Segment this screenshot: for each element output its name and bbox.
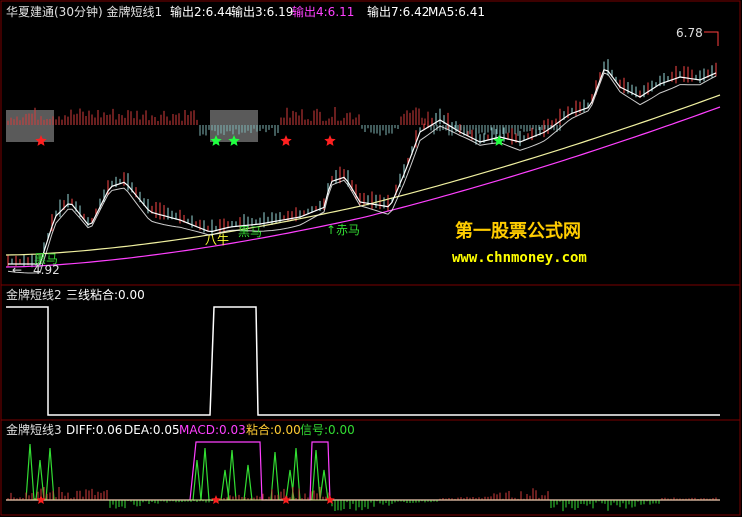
price-high-label: 6.78 [676, 26, 703, 40]
watermark-title: 第一股票公式网 [455, 220, 581, 242]
panel3-plot [6, 441, 720, 512]
indicator-ribbon [7, 107, 561, 136]
panel2-title: 金牌短线2 [6, 287, 62, 302]
signal-star-icon [324, 135, 336, 146]
price-high-marker [704, 31, 719, 46]
panel3-nianhe: 粘合:0.00 [246, 422, 301, 437]
panel3-dea: DEA:0.05 [124, 423, 180, 437]
panel3-star-icon [281, 495, 291, 504]
ma-line-magenta [5, 106, 721, 268]
panel3-signal-line [6, 441, 720, 501]
buy-label-1: 黑马 [34, 252, 58, 266]
panel3-spike [243, 464, 253, 501]
buy-label-4: ↑赤马 [326, 223, 360, 237]
candlestick-bars [7, 59, 717, 268]
panel3-spike [227, 449, 237, 501]
outer-frame [0, 0, 741, 516]
header-ma5: MA5:6.41 [428, 5, 485, 19]
watermark-url: www.chnmoney.com [452, 250, 587, 266]
panel3-spike [311, 449, 321, 501]
panel3-spike [319, 469, 329, 501]
price-low-arrow: ← [12, 263, 22, 277]
panel3-spike [35, 459, 45, 501]
signal-stars [35, 135, 505, 146]
ma-line-white [8, 68, 717, 265]
panel3-diff: DIFF:0.06 [66, 423, 122, 437]
header-out7: 输出7:6.42 [367, 4, 429, 19]
highlight-box-1 [6, 110, 54, 142]
panel2-signal-line [6, 306, 720, 416]
panel2-value: 三线粘合:0.00 [66, 287, 145, 302]
panel3-spike [25, 443, 35, 501]
header-out4: 输出4:6.11 [292, 4, 354, 19]
panel3-spike [192, 459, 202, 501]
buy-label-2: 八牛 [205, 232, 229, 247]
panel3-spike [200, 447, 210, 501]
panel3-title: 金牌短线3 [6, 422, 62, 437]
panel3-signal: 信号:0.00 [300, 423, 355, 437]
chart-window[interactable]: 华夏建通(30分钟) 金牌短线1 输出2:6.44 输出3:6.19 输出4:6… [0, 0, 742, 517]
panel3-macd: MACD:0.03 [179, 423, 246, 437]
header-title: 华夏建通(30分钟) 金牌短线1 [6, 4, 162, 19]
ma-line-white-2 [7, 72, 717, 274]
panel3-star-icon [211, 495, 221, 504]
buy-label-3: 黑马 [238, 225, 262, 239]
signal-star-icon [280, 135, 292, 146]
header-out2: 输出2:6.44 [170, 4, 232, 19]
chart-canvas[interactable]: 华夏建通(30分钟) 金牌短线1 输出2:6.44 输出3:6.19 输出4:6… [0, 0, 742, 517]
panel3-star-icon [325, 495, 335, 504]
header-out3: 输出3:6.19 [231, 4, 293, 19]
